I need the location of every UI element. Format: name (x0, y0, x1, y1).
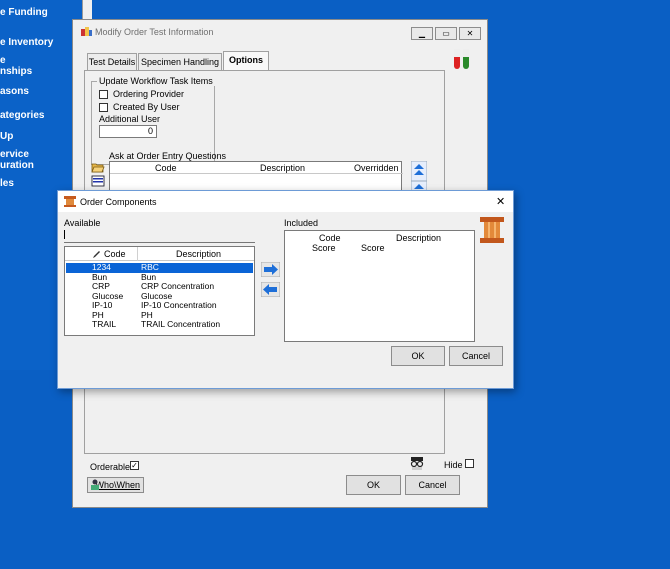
window-title: Modify Order Test Information (95, 27, 214, 37)
included-label: Included (284, 218, 319, 228)
additional-user-label: Additional User (99, 114, 161, 124)
minimize-button[interactable]: ▁ (411, 27, 433, 40)
sidebar-item[interactable]: e Funding (0, 7, 48, 18)
workflow-group-title: Update Workflow Task Items (97, 76, 215, 86)
add-arrow-button[interactable] (261, 262, 280, 277)
included-row-description[interactable]: Score (361, 243, 385, 253)
available-label: Available (64, 218, 101, 228)
ok-button[interactable]: OK (346, 475, 401, 495)
available-col-code: Code (104, 249, 126, 259)
close-button[interactable]: ✕ (459, 27, 481, 40)
ordering-provider-checkbox[interactable] (99, 90, 108, 99)
dialog-close-icon[interactable]: ✕ (496, 195, 505, 208)
available-rows: 1234 RBC Bun Bun CRP CRP Concentration Glucose… (65, 262, 254, 333)
open-folder-icon[interactable] (91, 161, 105, 173)
available-search-input[interactable] (64, 230, 255, 243)
tab-options[interactable]: Options (223, 51, 269, 70)
who-when-label: Who\When (95, 480, 140, 490)
column-large-icon (480, 217, 504, 243)
column-icon (64, 196, 76, 207)
available-list[interactable]: Code Description 1234 RBC Bun Bun CRP CRP Con… (64, 246, 255, 336)
window-titlebar: Modify Order Test Information ▁ ▭ ✕ (73, 20, 487, 44)
move-top-icon[interactable] (411, 161, 427, 181)
sidebar-item[interactable]: les (0, 178, 14, 189)
sidebar-item[interactable]: uration (0, 160, 34, 171)
column-divider (137, 247, 138, 261)
tab-test-details[interactable]: Test Details (87, 53, 137, 70)
app-icon (81, 27, 92, 36)
included-col-description: Description (396, 233, 442, 243)
sidebar-item[interactable]: ervice (0, 149, 29, 160)
created-by-user-label: Created By User (113, 102, 180, 112)
included-col-code: Code (319, 233, 341, 243)
cancel-button[interactable]: Cancel (405, 475, 460, 495)
list-details-icon[interactable] (91, 175, 105, 187)
orderable-checkbox[interactable]: ✓ (130, 461, 139, 470)
remove-arrow-button[interactable] (261, 282, 280, 297)
aoe-col-description: Description (260, 163, 306, 173)
created-by-user-checkbox[interactable] (99, 103, 108, 112)
aoe-questions-label: Ask at Order Entry Questions (109, 151, 227, 161)
test-tubes-icon (454, 49, 469, 69)
dialog-cancel-button[interactable]: Cancel (449, 346, 503, 366)
row-code: TRAIL (92, 319, 117, 329)
dialog-ok-button[interactable]: OK (391, 346, 445, 366)
row-description: TRAIL Concentration (141, 319, 221, 329)
available-col-description: Description (176, 249, 222, 259)
hide-label: Hide (444, 460, 463, 470)
sidebar-item[interactable]: e (0, 55, 6, 66)
orderable-label: Orderable (90, 462, 131, 472)
sidebar-item[interactable]: ategories (0, 110, 44, 121)
order-components-dialog: Order Components ✕ Available Code Descri… (57, 190, 514, 389)
included-list[interactable]: Code Description Score Score (284, 230, 475, 342)
pencil-icon (93, 251, 100, 258)
additional-user-input[interactable]: 0 (99, 125, 157, 138)
sidebar-item[interactable]: asons (0, 86, 29, 97)
ordering-provider-label: Ordering Provider (113, 89, 185, 99)
sidebar-item[interactable]: Up (0, 131, 13, 142)
aoe-col-overridden: Overridden (354, 163, 399, 173)
who-when-icon (91, 479, 99, 490)
dialog-titlebar: Order Components ✕ (58, 191, 513, 212)
aoe-col-code: Code (155, 163, 177, 173)
maximize-button[interactable]: ▭ (435, 27, 457, 40)
dialog-title: Order Components (80, 197, 157, 207)
hide-checkbox[interactable] (465, 459, 474, 468)
text-cursor (64, 230, 65, 239)
person-glasses-icon[interactable] (408, 457, 426, 471)
sidebar-item[interactable]: e Inventory (0, 37, 53, 48)
sidebar-item[interactable]: nships (0, 66, 32, 77)
available-list-row[interactable]: TRAIL TRAIL Concentration (66, 319, 253, 330)
included-row-code[interactable]: Score (312, 243, 336, 253)
tab-specimen-handling[interactable]: Specimen Handling (138, 53, 222, 70)
